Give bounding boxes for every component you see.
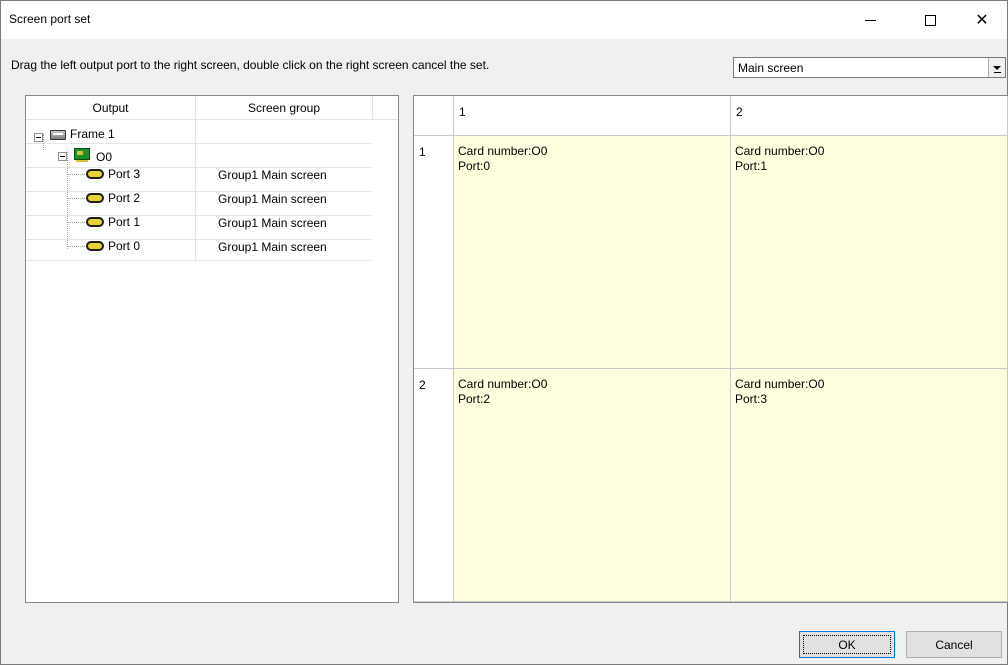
screen-cell-r1-c2[interactable]: Card number:O0 Port:1 [731,136,1008,369]
screen-group-value: Group1 Main screen [218,192,327,206]
close-button[interactable]: ✕ [959,1,1005,39]
screen-port-set-dialog: Screen port set ✕ Drag the left output p… [0,0,1008,665]
window-title: Screen port set [9,12,91,26]
screen-grid-panel[interactable]: 1 2 1 2 Card number:O0 Port:0 Card numbe… [413,95,1008,603]
cell-card-number: Card number:O0 [735,377,825,391]
cell-port: Port:1 [735,159,768,173]
grid-row-header-label: 2 [419,378,426,392]
row-divider [26,143,371,144]
cell-card-number: Card number:O0 [458,144,548,158]
screen-cell-r2-c2[interactable]: Card number:O0 Port:3 [731,369,1008,602]
cell-port: Port:2 [458,392,491,406]
tree-label-frame: Frame 1 [70,127,115,141]
tree-label-port: Port 3 [108,167,141,181]
tree-connector [67,198,87,199]
column-header-empty[interactable] [373,96,398,120]
screen-group-value: Group1 Main screen [218,240,327,254]
chevron-down-icon [993,65,1001,70]
collapse-icon[interactable] [34,133,43,142]
tree-connector [67,246,87,247]
collapse-icon[interactable] [58,152,67,161]
cancel-button-label: Cancel [935,637,973,652]
column-header-screen-group[interactable]: Screen group [196,96,373,120]
grid-corner-header [414,96,454,136]
tree-label-port: Port 2 [108,191,141,205]
grid-column-header-1[interactable]: 1 [454,96,731,136]
port-icon [86,217,104,227]
cell-card-number: Card number:O0 [735,144,825,158]
port-icon [86,193,104,203]
port-icon [86,169,104,179]
output-card-icon [74,148,90,162]
close-icon: ✕ [975,10,989,29]
tree-connector [67,222,87,223]
tree-connector [67,150,68,249]
grid-row-header-2[interactable]: 2 [414,369,454,602]
dropdown-bar-icon [994,72,1001,73]
row-divider [26,260,371,261]
instruction-text: Drag the left output port to the right s… [11,58,490,72]
cell-port: Port:0 [458,159,491,173]
title-bar: Screen port set ✕ [1,1,1007,39]
grid-column-header-label: 1 [459,105,466,119]
output-tree-panel[interactable]: Output Screen group Frame 1 O0 Port 3 Gr… [25,95,399,603]
tree-label-port: Port 1 [108,215,141,229]
screen-group-value: Group1 Main screen [218,168,327,182]
grid-row-header-1[interactable]: 1 [414,136,454,369]
minimize-icon [864,19,876,21]
cell-port: Port:3 [735,392,768,406]
grid-column-header-2[interactable]: 2 [731,96,1008,136]
cell-card-number: Card number:O0 [458,377,548,391]
ok-button[interactable]: OK [799,631,895,658]
grid-row-header-label: 1 [419,145,426,159]
tree-connector [43,134,44,150]
grid-column-header-label: 2 [736,105,743,119]
column-header-output[interactable]: Output [26,96,196,120]
frame-icon [50,130,66,140]
tree-label-port: Port 0 [108,239,141,253]
screen-select-dropdown-button[interactable] [988,58,1005,77]
port-icon [86,241,104,251]
cancel-button[interactable]: Cancel [906,631,1002,658]
minimize-button[interactable] [847,1,893,39]
focus-rectangle [803,635,891,654]
tree-label-card: O0 [96,150,113,164]
tree-connector [67,174,87,175]
screen-select-value: Main screen [738,61,804,75]
screen-cell-r2-c1[interactable]: Card number:O0 Port:2 [454,369,731,602]
maximize-button[interactable] [907,1,953,39]
screen-select[interactable]: Main screen [733,57,1006,78]
screen-group-value: Group1 Main screen [218,216,327,230]
maximize-icon [924,14,936,26]
screen-cell-r1-c1[interactable]: Card number:O0 Port:0 [454,136,731,369]
